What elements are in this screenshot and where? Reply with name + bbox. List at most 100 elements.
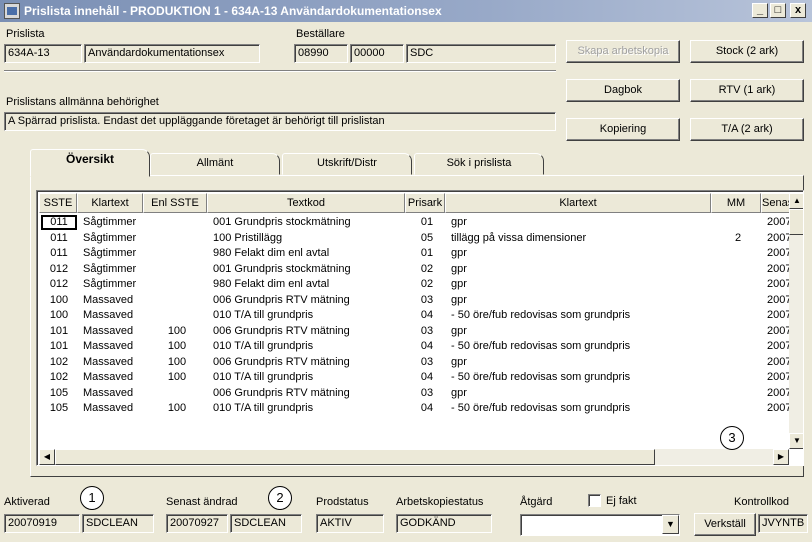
cell-klartext-2[interactable]: - 50 öre/fub redovisas som grundpris [451,339,711,354]
cell-klartext-2[interactable]: gpr [451,215,711,230]
table-row[interactable]: 102 Massaved 100 006 Grundpris RTV mätning 0… [39,355,793,370]
cell-enl-sste[interactable] [149,308,205,323]
cell-prisark[interactable]: 04 [409,339,445,354]
skapa-arbetskopia-button[interactable]: Skapa arbetskopia [566,40,680,63]
table-row[interactable]: 012 Sågtimmer 980 Felakt dim enl avtal 02 gp… [39,277,793,292]
cell-sste[interactable]: 105 [41,386,77,401]
cell-prisark[interactable]: 01 [409,215,445,230]
cell-klartext[interactable]: Sågtimmer [83,277,145,292]
cell-textkod[interactable]: 006 Grundpris RTV mätning [213,386,405,401]
cell-mm[interactable] [715,324,761,339]
cell-mm[interactable] [715,246,761,261]
table-row[interactable]: 105 Massaved 100 010 T/A till grundpris 04 - … [39,401,793,416]
tab-allmant[interactable]: Allmänt [150,153,280,175]
column-header-sste[interactable]: SSTE [39,193,77,213]
cell-mm[interactable] [715,215,761,230]
cell-sste[interactable]: 011 [41,215,77,230]
tab-utskrift-distr[interactable]: Utskrift/Distr [282,153,412,175]
cell-klartext-2[interactable]: - 50 öre/fub redovisas som grundpris [451,401,711,416]
cell-enl-sste[interactable] [149,231,205,246]
cell-textkod[interactable]: 006 Grundpris RTV mätning [213,355,405,370]
cell-enl-sste[interactable]: 100 [149,339,205,354]
cell-klartext[interactable]: Massaved [83,308,145,323]
cell-enl-sste[interactable]: 100 [149,370,205,385]
cell-prisark[interactable]: 03 [409,293,445,308]
scroll-up-icon[interactable]: ▲ [789,193,803,209]
cell-klartext-2[interactable]: gpr [451,262,711,277]
cell-mm[interactable] [715,386,761,401]
column-header-klartext[interactable]: Klartext [77,193,143,213]
cell-mm[interactable] [715,293,761,308]
scroll-down-icon[interactable]: ▼ [789,433,803,449]
cell-prisark[interactable]: 03 [409,355,445,370]
table-row[interactable]: 100 Massaved 006 Grundpris RTV mätning 03 gp… [39,293,793,308]
cell-klartext[interactable]: Massaved [83,355,145,370]
cell-klartext-2[interactable]: gpr [451,324,711,339]
atgard-select[interactable]: ▼ [520,514,680,536]
cell-textkod[interactable]: 010 T/A till grundpris [213,370,405,385]
table-row[interactable]: 011 Sågtimmer 980 Felakt dim enl avtal 01 gp… [39,246,793,261]
cell-textkod[interactable]: 980 Felakt dim enl avtal [213,246,405,261]
cell-textkod[interactable]: 006 Grundpris RTV mätning [213,293,405,308]
cell-sste[interactable]: 101 [41,339,77,354]
prislista-grid[interactable]: SSTE Klartext Enl SSTE Textkod Prisark K… [36,190,804,466]
vertical-scrollbar[interactable]: ▲ ▼ [789,193,803,449]
cell-sste[interactable]: 011 [41,231,77,246]
cell-prisark[interactable]: 04 [409,370,445,385]
cell-klartext[interactable]: Massaved [83,401,145,416]
cell-klartext[interactable]: Massaved [83,324,145,339]
cell-prisark[interactable]: 02 [409,262,445,277]
cell-klartext-2[interactable]: - 50 öre/fub redovisas som grundpris [451,308,711,323]
cell-mm[interactable] [715,308,761,323]
cell-klartext-2[interactable]: gpr [451,277,711,292]
cell-mm[interactable] [715,262,761,277]
cell-klartext[interactable]: Massaved [83,339,145,354]
cell-klartext-2[interactable]: gpr [451,246,711,261]
cell-mm[interactable]: 2 [715,231,761,246]
table-row[interactable]: 102 Massaved 100 010 T/A till grundpris 04 - … [39,370,793,385]
cell-mm[interactable] [715,355,761,370]
minimize-button[interactable]: _ [752,3,768,18]
cell-klartext-2[interactable]: gpr [451,293,711,308]
cell-klartext[interactable]: Massaved [83,370,145,385]
tab-sok-i-prislista[interactable]: Sök i prislista [414,153,544,175]
cell-mm[interactable] [715,370,761,385]
scroll-left-icon[interactable]: ◀ [39,449,55,465]
cell-sste[interactable]: 102 [41,355,77,370]
cell-klartext-2[interactable]: - 50 öre/fub redovisas som grundpris [451,370,711,385]
table-row[interactable]: 101 Massaved 100 006 Grundpris RTV mätning 0… [39,324,793,339]
stock-button[interactable]: Stock (2 ark) [690,40,804,63]
cell-klartext[interactable]: Sågtimmer [83,262,145,277]
cell-klartext-2[interactable]: tillägg på vissa dimensioner [451,231,711,246]
cell-sste[interactable]: 100 [41,308,77,323]
table-row[interactable]: 101 Massaved 100 010 T/A till grundpris 04 - … [39,339,793,354]
cell-sste[interactable]: 100 [41,293,77,308]
cell-sste[interactable]: 012 [41,277,77,292]
cell-sste[interactable]: 105 [41,401,77,416]
ej-fakt-checkbox[interactable] [588,494,601,507]
cell-enl-sste[interactable] [149,293,205,308]
table-row[interactable]: 100 Massaved 010 T/A till grundpris 04 - 50 … [39,308,793,323]
kopiering-button[interactable]: Kopiering [566,118,680,141]
horizontal-scrollbar[interactable]: ◀ ▶ [39,449,789,465]
cell-mm[interactable] [715,339,761,354]
cell-prisark[interactable]: 03 [409,386,445,401]
cell-mm[interactable] [715,277,761,292]
chevron-down-icon[interactable]: ▼ [662,515,679,534]
cell-enl-sste[interactable] [149,262,205,277]
cell-sste[interactable]: 102 [41,370,77,385]
cell-sste[interactable]: 101 [41,324,77,339]
cell-mm[interactable] [715,401,761,416]
cell-prisark[interactable]: 04 [409,308,445,323]
cell-prisark[interactable]: 05 [409,231,445,246]
column-header-senast[interactable]: Senast ä [761,193,791,213]
tab-oversikt[interactable]: Översikt [30,149,150,177]
cell-textkod[interactable]: 001 Grundpris stockmätning [213,215,405,230]
close-button[interactable]: x [790,3,806,18]
cell-enl-sste[interactable] [149,386,205,401]
table-row[interactable]: 011 Sågtimmer 100 Pristillägg 05 tillägg på … [39,231,793,246]
maximize-button[interactable]: □ [770,3,786,18]
cell-enl-sste[interactable] [149,215,205,230]
cell-klartext[interactable]: Sågtimmer [83,215,145,230]
cell-textkod[interactable]: 006 Grundpris RTV mätning [213,324,405,339]
